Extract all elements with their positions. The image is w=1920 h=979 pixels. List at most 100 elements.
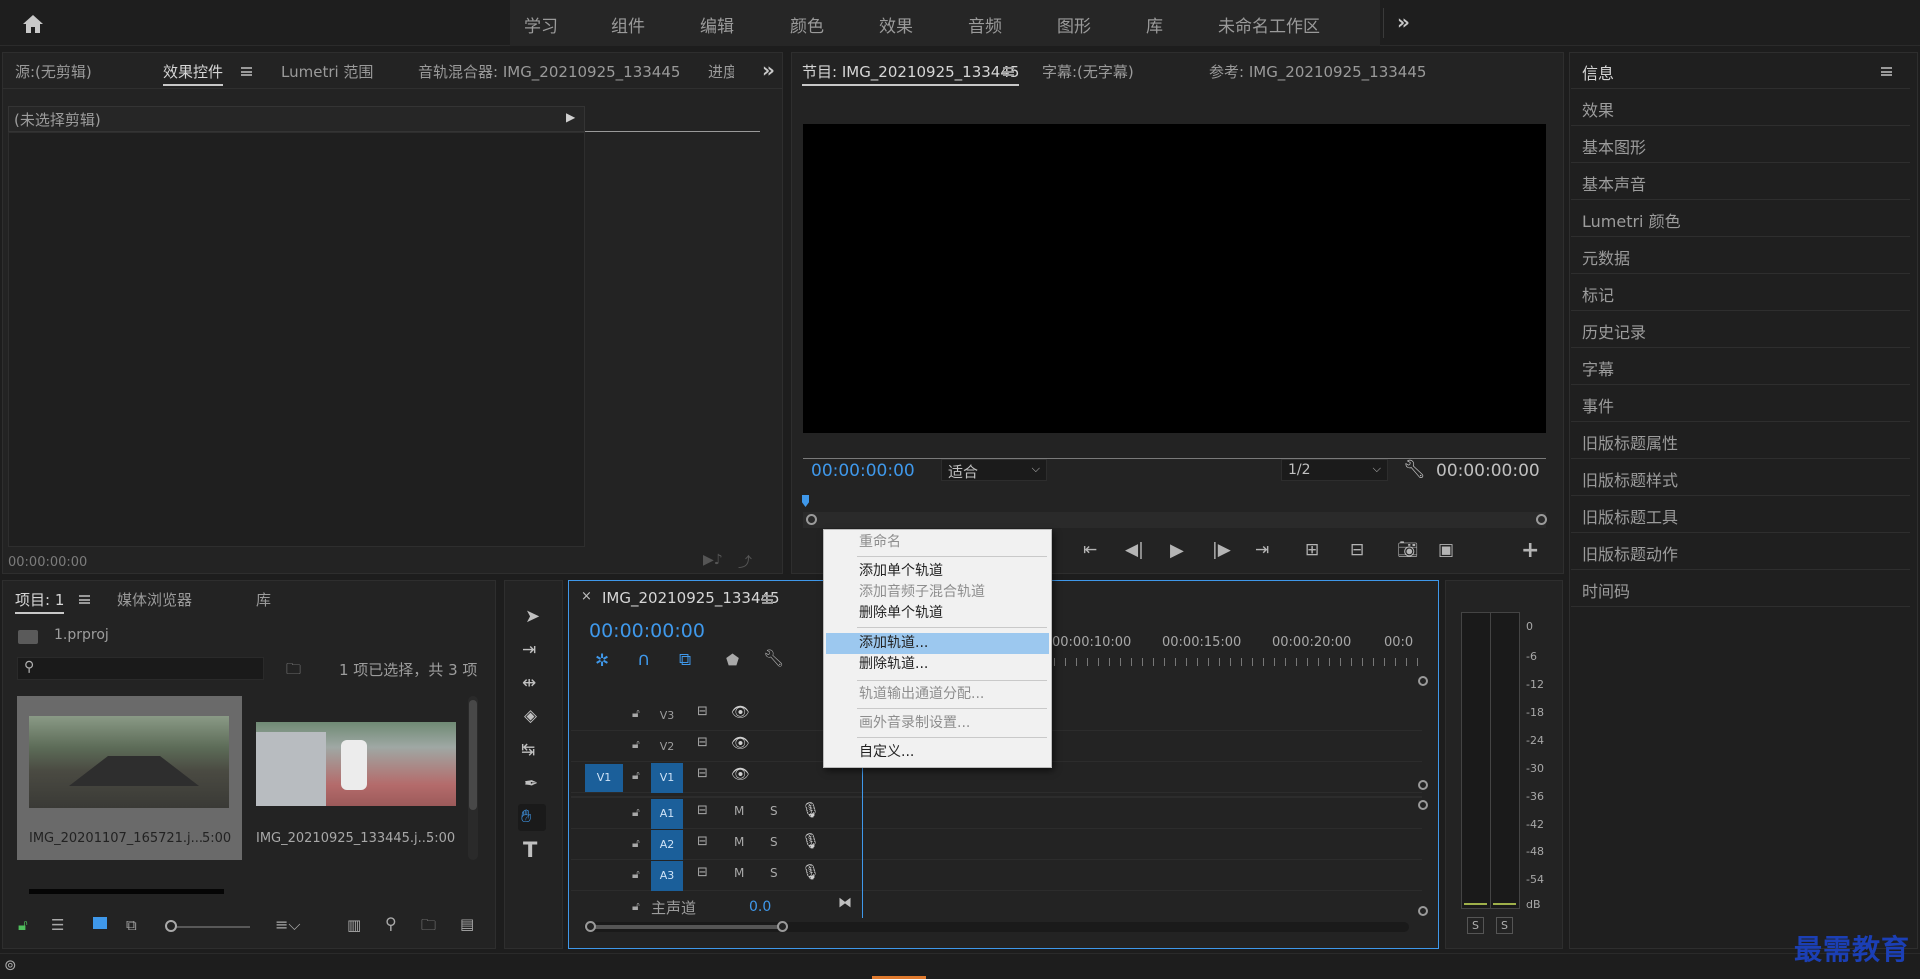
tab-effect-controls[interactable]: 效果控件 <box>163 61 224 86</box>
workspace-libraries[interactable]: 库 <box>1146 12 1163 37</box>
tab-media-browser[interactable]: 媒体浏览器 <box>117 589 192 610</box>
workspace-graphics[interactable]: 图形 <box>1057 12 1091 37</box>
sync-lock-icon[interactable]: ⊟ <box>697 865 708 880</box>
timeline-settings-wrench-icon[interactable]: 🔧︎ <box>763 649 785 669</box>
home-icon[interactable] <box>22 14 44 34</box>
zoom-slider-handle[interactable] <box>165 920 177 932</box>
panel-legacy-title-properties[interactable]: 旧版标题属性 <box>1571 422 1910 459</box>
add-marker-icon[interactable]: ⬟ <box>726 651 739 669</box>
eye-icon[interactable]: 👁︎ <box>731 703 750 721</box>
slip-tool-icon[interactable]: ↹ <box>521 740 535 760</box>
tab-project[interactable]: 项目: 1 <box>15 589 65 614</box>
tab-reference[interactable]: 参考: IMG_20210925_133445 <box>1209 61 1426 82</box>
master-volume-value[interactable]: 0.0 <box>749 899 771 915</box>
panel-lumetri-color[interactable]: Lumetri 颜色 <box>1571 200 1910 237</box>
go-to-in-icon[interactable]: ⇤ <box>1083 540 1097 560</box>
find-icon[interactable]: ⚲ <box>385 914 397 933</box>
eye-icon[interactable]: 👁︎ <box>731 765 750 783</box>
lock-track-icon[interactable]: 🔓︎ <box>632 737 640 752</box>
workspace-color[interactable]: 颜色 <box>790 12 824 37</box>
go-to-out-icon[interactable]: ⇥ <box>1255 540 1269 560</box>
track-target-a1[interactable]: A1 <box>651 799 683 829</box>
tab-source[interactable]: 源:(无剪辑) <box>15 61 92 82</box>
compare-view-icon[interactable]: ▣ <box>1438 540 1454 560</box>
linked-selection-icon[interactable]: ⧉ <box>679 650 691 670</box>
project-menu-icon[interactable] <box>79 595 90 604</box>
type-tool-icon[interactable]: T <box>523 838 537 862</box>
extract-icon[interactable]: ⊟ <box>1350 540 1364 560</box>
sort-icon[interactable]: ≡⌵ <box>275 915 301 935</box>
sequence-menu-icon[interactable] <box>762 595 773 604</box>
step-forward-icon[interactable]: |▶ <box>1212 540 1231 560</box>
play-icon[interactable]: ▶ <box>1170 540 1184 561</box>
tab-audio-track-mixer[interactable]: 音轨混合器: IMG_20210925_133445 <box>418 61 680 82</box>
track-target-a3[interactable]: A3 <box>651 861 683 891</box>
panel-effects[interactable]: 效果 <box>1571 89 1910 126</box>
step-back-icon[interactable]: ◀| <box>1125 540 1144 560</box>
menu-customize[interactable]: 自定义... <box>826 742 1049 763</box>
new-bin-icon[interactable]: 🗀︎ <box>421 915 436 940</box>
tab-captions[interactable]: 字幕:(无字幕) <box>1042 61 1134 82</box>
panel-legacy-title-actions[interactable]: 旧版标题动作 <box>1571 533 1910 570</box>
meter-solo-left[interactable]: S <box>1467 917 1484 934</box>
sync-lock-icon[interactable]: ⊟ <box>697 766 708 781</box>
play-triangle-icon[interactable]: ▶ <box>566 110 575 124</box>
panel-metadata[interactable]: 元数据 <box>1571 237 1910 274</box>
sync-lock-icon[interactable]: ⊟ <box>697 735 708 750</box>
menu-add-single-track[interactable]: 添加单个轨道 <box>826 561 1049 582</box>
panel-essential-graphics[interactable]: 基本图形 <box>1571 126 1910 163</box>
go-to-end-icon[interactable]: ⧓ <box>838 895 852 911</box>
meter-solo-right[interactable]: S <box>1496 917 1513 934</box>
clip-thumb-1[interactable]: IMG_20201107_165721.j... 5:00 <box>17 696 242 860</box>
lock-track-icon[interactable]: 🔓︎ <box>632 867 640 882</box>
mute-button[interactable]: M <box>734 866 744 880</box>
lock-track-icon[interactable]: 🔓︎ <box>632 836 640 851</box>
microphone-icon[interactable]: 🎙︎ <box>801 832 820 850</box>
solo-button[interactable]: S <box>770 804 778 818</box>
timeline-vscroll-bottom-handle[interactable] <box>1418 906 1428 916</box>
panel-captions[interactable]: 字幕 <box>1571 348 1910 385</box>
workspace-overflow-icon[interactable]: » <box>1397 10 1410 34</box>
project-scrollbar-thumb[interactable] <box>469 700 477 810</box>
close-icon[interactable]: × <box>581 589 592 604</box>
new-item-icon[interactable]: ▤ <box>460 915 474 933</box>
clip-thumb-3-partial[interactable] <box>17 864 466 894</box>
timeline-vscroll-audio-handle[interactable] <box>1418 800 1428 810</box>
panel-events[interactable]: 事件 <box>1571 385 1910 422</box>
scrubber-end-handle[interactable] <box>1536 514 1547 525</box>
tab-libraries[interactable]: 库 <box>256 589 271 610</box>
solo-button[interactable]: S <box>770 835 778 849</box>
lock-track-icon[interactable]: 🔓︎ <box>632 768 640 783</box>
new-search-bin-icon[interactable]: 🗀︎ <box>286 659 301 684</box>
track-target-v1[interactable]: V1 <box>651 763 683 793</box>
workspace-effects[interactable]: 效果 <box>879 12 913 37</box>
timeline-timecode[interactable]: 00:00:00:00 <box>589 620 705 642</box>
menu-delete-tracks[interactable]: 删除轨道... <box>826 654 1049 675</box>
track-select-tool-icon[interactable]: ⇥ <box>522 640 536 660</box>
selection-tool-icon[interactable]: ➤ <box>525 606 540 627</box>
track-target-v2[interactable]: V2 <box>651 732 683 762</box>
source-overflow-icon[interactable]: » <box>762 58 775 82</box>
panel-history[interactable]: 历史记录 <box>1571 311 1910 348</box>
panel-markers[interactable]: 标记 <box>1571 274 1910 311</box>
lock-track-icon[interactable]: 🔓︎ <box>632 706 640 721</box>
program-menu-icon[interactable] <box>1003 67 1014 76</box>
razor-tool-icon[interactable]: ◈ <box>524 706 537 726</box>
lift-icon[interactable]: ⊞ <box>1305 540 1319 560</box>
workspace-learn[interactable]: 学习 <box>524 12 558 37</box>
resolution-select[interactable]: 1/2 ⌵ <box>1281 459 1388 481</box>
pen-tool-icon[interactable]: ✒ <box>524 774 538 794</box>
lock-track-icon[interactable]: 🔓︎ <box>632 899 640 914</box>
fit-select[interactable]: 适合 ⌵ <box>941 459 1047 481</box>
track-target-v3[interactable]: V3 <box>651 701 683 731</box>
audio-only-icon[interactable]: ▶♪ <box>703 552 723 568</box>
program-timecode-current[interactable]: 00:00:00:00 <box>811 461 915 481</box>
panel-legacy-title-tools[interactable]: 旧版标题工具 <box>1571 496 1910 533</box>
program-scrubber[interactable] <box>803 512 1546 528</box>
list-view-icon[interactable]: ☰ <box>51 916 64 934</box>
add-button-icon[interactable]: + <box>1521 538 1539 563</box>
workspace-untitled[interactable]: 未命名工作区 <box>1218 12 1320 37</box>
info-menu-icon[interactable] <box>1881 67 1892 76</box>
eye-icon[interactable]: 👁︎ <box>731 734 750 752</box>
sync-lock-icon[interactable]: ⊟ <box>697 834 708 849</box>
